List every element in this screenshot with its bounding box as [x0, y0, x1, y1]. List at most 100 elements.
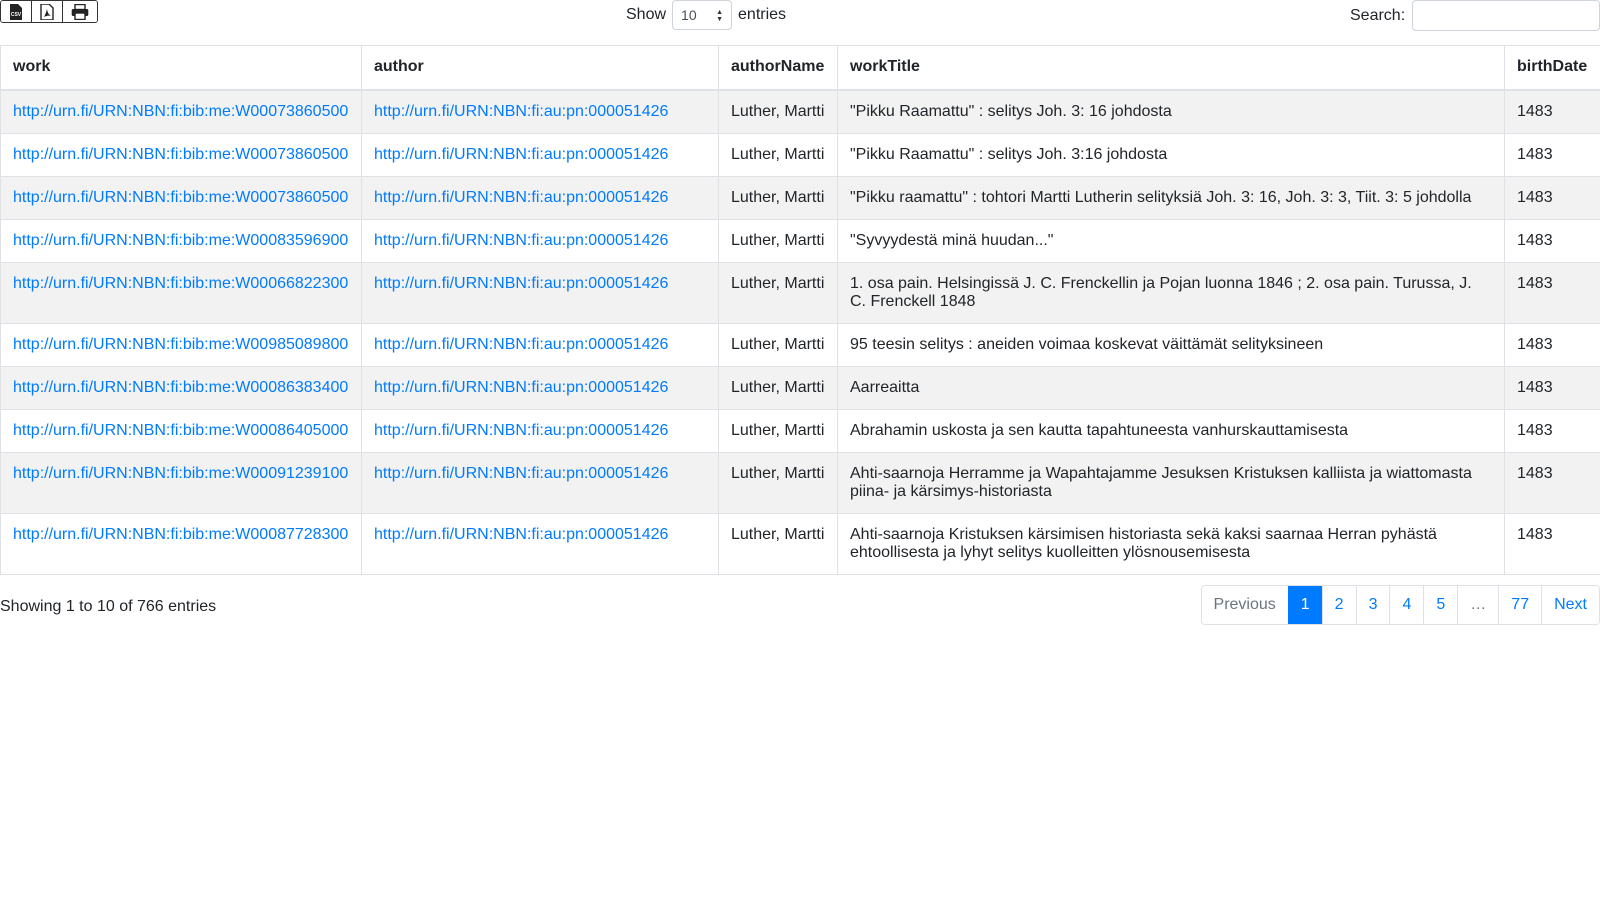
- author-link[interactable]: http://urn.fi/URN:NBN:fi:au:pn:000051426: [374, 336, 668, 353]
- author-name-cell: Luther, Martti: [718, 89, 838, 134]
- work-link[interactable]: http://urn.fi/URN:NBN:fi:bib:me:W0008772…: [13, 526, 348, 543]
- search-control: Search:: [1350, 0, 1600, 31]
- author-link[interactable]: http://urn.fi/URN:NBN:fi:au:pn:000051426: [374, 232, 668, 249]
- work-link[interactable]: http://urn.fi/URN:NBN:fi:bib:me:W0008359…: [13, 232, 348, 249]
- select-arrows-icon: ▲ ▼: [716, 9, 724, 23]
- search-label: Search:: [1350, 6, 1406, 24]
- work-cell: http://urn.fi/URN:NBN:fi:bib:me:W0007386…: [0, 89, 362, 134]
- work-title-cell: Abrahamin uskosta ja sen kautta tapahtun…: [837, 408, 1505, 453]
- author-link[interactable]: http://urn.fi/URN:NBN:fi:au:pn:000051426: [374, 275, 668, 292]
- page-length-select[interactable]: 10 ▲ ▼: [672, 0, 733, 30]
- pagination-page-5[interactable]: 5: [1423, 586, 1458, 624]
- birth-date-cell: 1483: [1504, 322, 1600, 367]
- work-cell: http://urn.fi/URN:NBN:fi:bib:me:W0009123…: [0, 451, 362, 514]
- work-title-cell: "Pikku Raamattu" : selitys Joh. 3:16 joh…: [837, 132, 1505, 177]
- work-link[interactable]: http://urn.fi/URN:NBN:fi:bib:me:W0008640…: [13, 422, 348, 439]
- author-cell: http://urn.fi/URN:NBN:fi:au:pn:000051426: [361, 408, 719, 453]
- work-cell: http://urn.fi/URN:NBN:fi:bib:me:W0008640…: [0, 408, 362, 453]
- table-row: http://urn.fi/URN:NBN:fi:bib:me:W0008640…: [0, 408, 1600, 453]
- birth-date-cell: 1483: [1504, 451, 1600, 514]
- work-cell: http://urn.fi/URN:NBN:fi:bib:me:W0006682…: [0, 261, 362, 324]
- author-link[interactable]: http://urn.fi/URN:NBN:fi:au:pn:000051426: [374, 465, 668, 482]
- author-link[interactable]: http://urn.fi/URN:NBN:fi:au:pn:000051426: [374, 189, 668, 206]
- work-cell: http://urn.fi/URN:NBN:fi:bib:me:W0008772…: [0, 512, 362, 575]
- birth-date-cell: 1483: [1504, 261, 1600, 324]
- work-cell: http://urn.fi/URN:NBN:fi:bib:me:W0008638…: [0, 365, 362, 410]
- author-cell: http://urn.fi/URN:NBN:fi:au:pn:000051426: [361, 89, 719, 134]
- page-length-control: Show 10 ▲ ▼ entries: [626, 0, 786, 30]
- author-name-cell: Luther, Martti: [718, 175, 838, 220]
- table-row: http://urn.fi/URN:NBN:fi:bib:me:W0098508…: [0, 322, 1600, 367]
- csv-export-button[interactable]: CSV: [1, 1, 32, 22]
- birth-date-cell: 1483: [1504, 512, 1600, 575]
- results-table: work author authorName workTitle birthDa…: [0, 45, 1600, 575]
- pagination-page-1[interactable]: 1: [1287, 586, 1322, 624]
- author-cell: http://urn.fi/URN:NBN:fi:au:pn:000051426: [361, 451, 719, 514]
- author-cell: http://urn.fi/URN:NBN:fi:au:pn:000051426: [361, 218, 719, 263]
- length-suffix-label: entries: [738, 6, 787, 23]
- work-cell: http://urn.fi/URN:NBN:fi:bib:me:W0098508…: [0, 322, 362, 367]
- pagination-next[interactable]: Next: [1541, 586, 1599, 624]
- author-name-cell: Luther, Martti: [718, 408, 838, 453]
- author-name-cell: Luther, Martti: [718, 365, 838, 410]
- table-row: http://urn.fi/URN:NBN:fi:bib:me:W0007386…: [0, 132, 1600, 177]
- author-cell: http://urn.fi/URN:NBN:fi:au:pn:000051426: [361, 175, 719, 220]
- author-link[interactable]: http://urn.fi/URN:NBN:fi:au:pn:000051426: [374, 422, 668, 439]
- author-link[interactable]: http://urn.fi/URN:NBN:fi:au:pn:000051426: [374, 103, 668, 120]
- column-header-authorname[interactable]: authorName: [718, 45, 838, 91]
- column-header-work[interactable]: work: [0, 45, 362, 91]
- work-title-cell: 1. osa pain. Helsingissä J. C. Frenckell…: [837, 261, 1505, 324]
- work-link[interactable]: http://urn.fi/URN:NBN:fi:bib:me:W0006682…: [13, 275, 348, 292]
- table-row: http://urn.fi/URN:NBN:fi:bib:me:W0007386…: [0, 89, 1600, 134]
- table-row: http://urn.fi/URN:NBN:fi:bib:me:W0009123…: [0, 451, 1600, 514]
- work-link[interactable]: http://urn.fi/URN:NBN:fi:bib:me:W0007386…: [13, 146, 348, 163]
- birth-date-cell: 1483: [1504, 218, 1600, 263]
- work-title-cell: "Pikku Raamattu" : selitys Joh. 3: 16 jo…: [837, 89, 1505, 134]
- length-prefix-label: Show: [626, 6, 667, 23]
- author-name-cell: Luther, Martti: [718, 322, 838, 367]
- author-link[interactable]: http://urn.fi/URN:NBN:fi:au:pn:000051426: [374, 379, 668, 396]
- table-controls: CSV Show 10 ▲ ▼ entries Search:: [0, 0, 1600, 44]
- author-link[interactable]: http://urn.fi/URN:NBN:fi:au:pn:000051426: [374, 146, 668, 163]
- pagination-page-2[interactable]: 2: [1321, 586, 1356, 624]
- author-name-cell: Luther, Martti: [718, 132, 838, 177]
- work-title-cell: "Pikku raamattu" : tohtori Martti Luther…: [837, 175, 1505, 220]
- work-cell: http://urn.fi/URN:NBN:fi:bib:me:W0007386…: [0, 175, 362, 220]
- work-link[interactable]: http://urn.fi/URN:NBN:fi:bib:me:W0007386…: [13, 189, 348, 206]
- page-length-value: 10: [681, 7, 697, 23]
- table-row: http://urn.fi/URN:NBN:fi:bib:me:W0007386…: [0, 175, 1600, 220]
- pagination: Previous 1 2 3 4 5 … 77 Next: [1200, 585, 1600, 625]
- author-cell: http://urn.fi/URN:NBN:fi:au:pn:000051426: [361, 365, 719, 410]
- pdf-export-button[interactable]: [32, 1, 63, 22]
- table-row: http://urn.fi/URN:NBN:fi:bib:me:W0006682…: [0, 261, 1600, 324]
- author-name-cell: Luther, Martti: [718, 512, 838, 575]
- work-link[interactable]: http://urn.fi/URN:NBN:fi:bib:me:W0008638…: [13, 379, 348, 396]
- pagination-page-3[interactable]: 3: [1355, 586, 1390, 624]
- pagination-page-77[interactable]: 77: [1498, 586, 1542, 624]
- pagination-page-4[interactable]: 4: [1389, 586, 1424, 624]
- print-button[interactable]: [63, 1, 97, 22]
- work-link[interactable]: http://urn.fi/URN:NBN:fi:bib:me:W0098508…: [13, 336, 348, 353]
- search-input[interactable]: [1412, 0, 1600, 31]
- print-icon: [71, 3, 89, 20]
- author-link[interactable]: http://urn.fi/URN:NBN:fi:au:pn:000051426: [374, 526, 668, 543]
- work-title-cell: Ahti-saarnoja Kristuksen kärsimisen hist…: [837, 512, 1505, 575]
- birth-date-cell: 1483: [1504, 132, 1600, 177]
- pagination-ellipsis: …: [1457, 586, 1499, 624]
- author-cell: http://urn.fi/URN:NBN:fi:au:pn:000051426: [361, 261, 719, 324]
- column-header-worktitle[interactable]: workTitle: [837, 45, 1505, 91]
- author-name-cell: Luther, Martti: [718, 261, 838, 324]
- author-cell: http://urn.fi/URN:NBN:fi:au:pn:000051426: [361, 132, 719, 177]
- work-link[interactable]: http://urn.fi/URN:NBN:fi:bib:me:W0009123…: [13, 465, 348, 482]
- work-title-cell: Ahti-saarnoja Herramme ja Wapahtajamme J…: [837, 451, 1505, 514]
- csv-icon-label: CSV: [11, 12, 22, 18]
- work-link[interactable]: http://urn.fi/URN:NBN:fi:bib:me:W0007386…: [13, 103, 348, 120]
- pagination-previous[interactable]: Previous: [1201, 586, 1288, 624]
- csv-file-icon: CSV: [10, 3, 22, 20]
- table-info: Showing 1 to 10 of 766 entries: [0, 598, 217, 615]
- column-header-author[interactable]: author: [361, 45, 719, 91]
- work-cell: http://urn.fi/URN:NBN:fi:bib:me:W0008359…: [0, 218, 362, 263]
- column-header-birthdate[interactable]: birthDate: [1504, 45, 1600, 91]
- export-button-group: CSV: [0, 0, 98, 23]
- author-name-cell: Luther, Martti: [718, 451, 838, 514]
